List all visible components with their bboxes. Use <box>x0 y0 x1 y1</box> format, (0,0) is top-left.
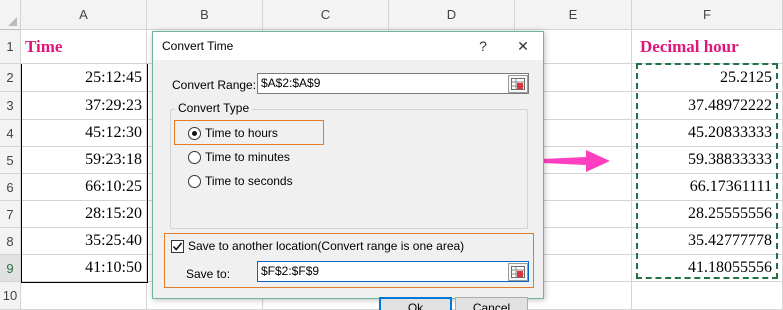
convert-type-label: Convert Type <box>175 101 253 115</box>
dialog-body: Convert Range: $A$2:$A$9 Convert Type Ti… <box>153 60 543 310</box>
cancel-button[interactable]: Cancel <box>455 297 528 310</box>
radio-label: Time to seconds <box>205 174 293 188</box>
column-header-d[interactable]: D <box>389 0 515 30</box>
select-all-corner[interactable] <box>0 0 21 30</box>
cell-f-decimal[interactable]: 28.25555556 <box>632 201 783 228</box>
cell-a-time[interactable]: 59:23:18 <box>21 147 147 174</box>
column-header-a[interactable]: A <box>21 0 147 30</box>
column-header-f[interactable]: F <box>632 0 783 30</box>
cell-f-decimal[interactable]: 37.48972222 <box>632 92 783 120</box>
arrow-right-icon <box>542 150 610 172</box>
row-header-3[interactable]: 3 <box>0 92 21 120</box>
radio-label: Time to hours <box>205 126 278 140</box>
cell-a-time[interactable]: 25:12:45 <box>21 64 147 92</box>
help-button[interactable]: ? <box>463 32 503 60</box>
convert-range-input[interactable]: $A$2:$A$9 <box>257 73 529 94</box>
row-header-6[interactable]: 6 <box>0 174 21 201</box>
row-header-7[interactable]: 7 <box>0 201 21 228</box>
close-button[interactable]: ✕ <box>503 32 543 60</box>
cell-f-decimal[interactable]: 35.42777778 <box>632 228 783 255</box>
row-header-10[interactable]: 10 <box>0 282 21 310</box>
cell-f10[interactable] <box>632 282 783 310</box>
radio-time-to-seconds[interactable]: Time to seconds <box>188 172 293 190</box>
radio-time-to-hours[interactable]: Time to hours <box>188 124 278 142</box>
cell-f1-header[interactable]: Decimal hour <box>632 30 783 64</box>
radio-indicator[interactable] <box>188 126 201 140</box>
cell-f-decimal[interactable]: 66.17361111 <box>632 174 783 201</box>
cell-a1-header[interactable]: Time <box>21 30 147 64</box>
save-to-label: Save to: <box>186 267 231 281</box>
save-to-location-checkbox[interactable]: Save to another location(Convert range i… <box>171 237 464 255</box>
radio-indicator[interactable] <box>188 174 201 188</box>
column-header-b[interactable]: B <box>147 0 263 30</box>
checkmark-icon <box>172 241 183 251</box>
save-to-input[interactable]: $F$2:$F$9 <box>257 261 529 282</box>
cell-f-decimal[interactable]: 45.20833333 <box>632 120 783 147</box>
range-select-icon <box>511 78 525 90</box>
radio-indicator[interactable] <box>188 150 201 164</box>
save-range-select-button[interactable] <box>508 263 528 281</box>
range-select-button[interactable] <box>508 75 528 93</box>
cell-f-decimal[interactable]: 41.18055556 <box>632 255 783 282</box>
cell-f-decimal[interactable]: 59.38833333 <box>632 147 783 174</box>
convert-range-label: Convert Range: <box>172 78 257 92</box>
cell-a-time[interactable]: 45:12:30 <box>21 120 147 147</box>
cell-a-time[interactable]: 35:25:40 <box>21 228 147 255</box>
dialog-title: Convert Time <box>162 39 234 53</box>
cell-a-time[interactable]: 28:15:20 <box>21 201 147 228</box>
ok-button[interactable]: Ok <box>379 297 452 310</box>
row-header-8[interactable]: 8 <box>0 228 21 255</box>
row-header-2[interactable]: 2 <box>0 64 21 92</box>
row-header-4[interactable]: 4 <box>0 120 21 147</box>
radio-time-to-minutes[interactable]: Time to minutes <box>188 148 290 166</box>
range-select-icon <box>511 266 525 278</box>
cell-a-time[interactable]: 66:10:25 <box>21 174 147 201</box>
row-header-1[interactable]: 1 <box>0 30 21 64</box>
checkbox-indicator[interactable] <box>171 239 184 253</box>
row-header-9[interactable]: 9 <box>0 255 21 282</box>
radio-label: Time to minutes <box>205 150 290 164</box>
checkbox-label: Save to another location(Convert range i… <box>188 239 465 253</box>
cell-a10[interactable] <box>21 282 147 310</box>
convert-time-dialog: Convert Time ? ✕ Convert Range: $A$2:$A$… <box>152 31 544 310</box>
column-header-c[interactable]: C <box>263 0 389 30</box>
cell-a-time[interactable]: 37:29:23 <box>21 92 147 120</box>
column-header-e[interactable]: E <box>515 0 632 30</box>
row-header-5[interactable]: 5 <box>0 147 21 174</box>
cell-a-time[interactable]: 41:10:50 <box>21 255 147 282</box>
dialog-titlebar[interactable]: Convert Time ? ✕ <box>153 32 543 60</box>
cell-f-decimal[interactable]: 25.2125 <box>632 64 783 92</box>
